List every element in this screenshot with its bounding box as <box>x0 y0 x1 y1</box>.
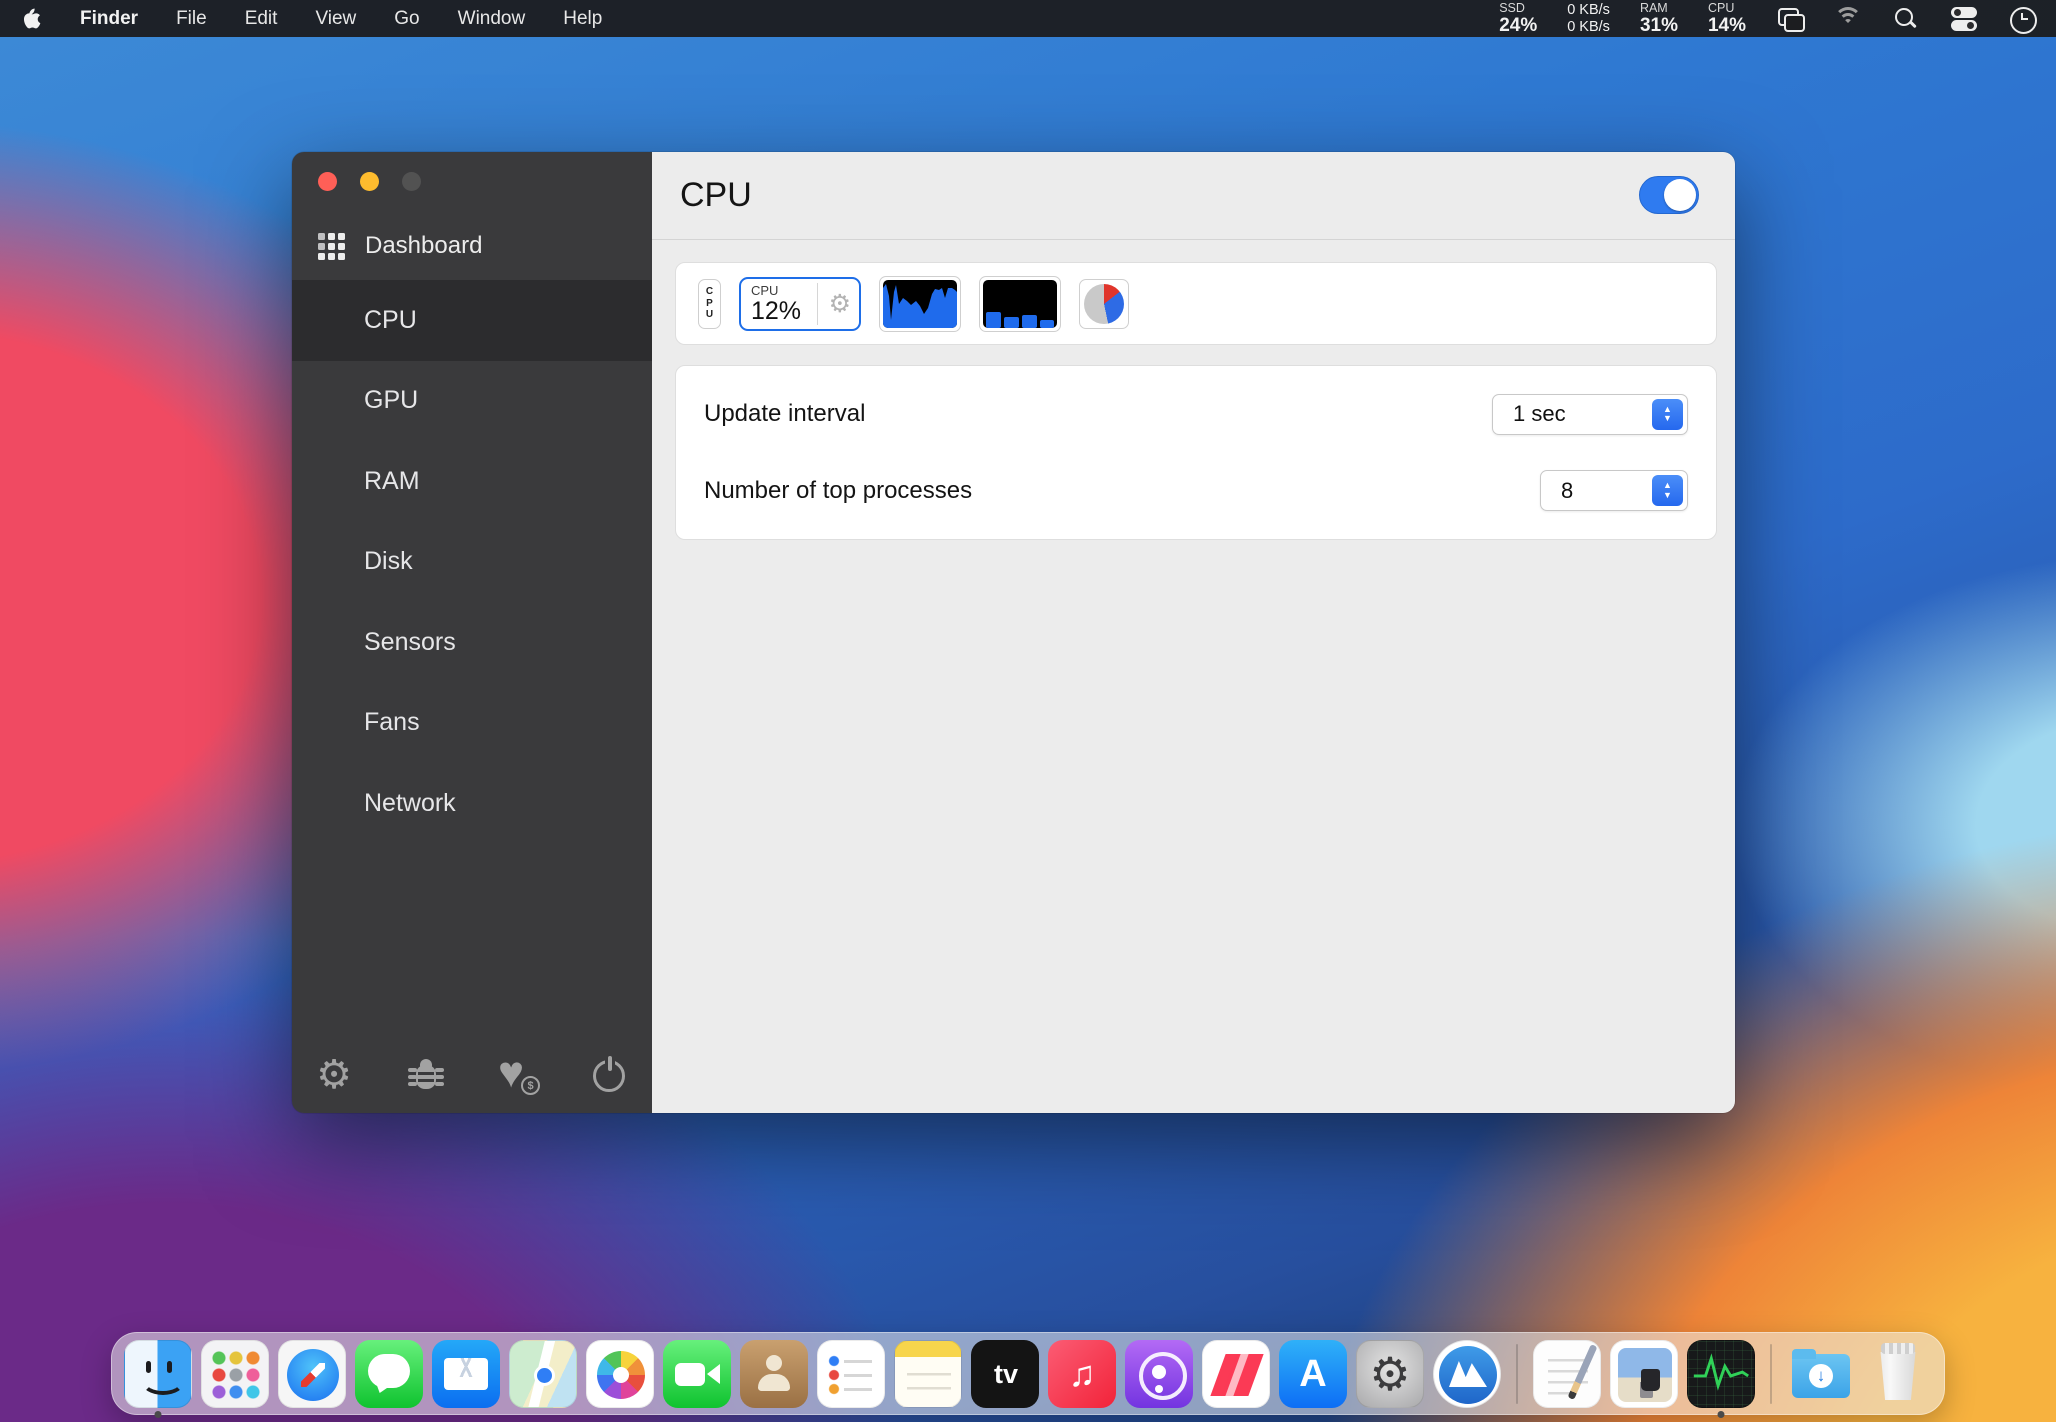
dock-reminders-icon[interactable] <box>817 1340 885 1408</box>
sidebar-item-fans[interactable]: Fans <box>292 683 652 764</box>
dock-system-preferences-icon[interactable]: ⚙ <box>1356 1340 1424 1408</box>
dock-news-icon[interactable] <box>1202 1340 1270 1408</box>
sidebar-item-dashboard[interactable]: Dashboard <box>292 218 652 274</box>
dock-safari-icon[interactable] <box>278 1340 346 1408</box>
widget-pie-chart[interactable] <box>1079 279 1129 329</box>
statusbar-cpu-widget[interactable]: CPU 14% <box>1708 2 1746 36</box>
sidebar-item-gpu[interactable]: GPU <box>292 361 652 442</box>
statusbar-ram-widget[interactable]: RAM 31% <box>1640 2 1678 36</box>
sidebar-nav: CPU GPU RAM Disk Sensors Fans Network <box>292 280 652 844</box>
quit-power-icon[interactable] <box>590 1055 630 1095</box>
update-interval-label: Update interval <box>704 400 865 428</box>
spotlight-search-icon[interactable] <box>1892 6 1920 32</box>
widget-percentage-selected[interactable]: CPU 12% ⚙ <box>739 277 861 331</box>
line-chart-icon <box>883 280 957 328</box>
widget-picker-card: C P U CPU 12% ⚙ <box>675 262 1717 345</box>
dock-maps-icon[interactable] <box>509 1340 577 1408</box>
widget-line-chart[interactable] <box>879 276 961 332</box>
dashboard-grid-icon <box>318 233 345 260</box>
settings-main-pane: CPU C P U CPU 12% ⚙ <box>652 152 1735 1113</box>
top-processes-label: Number of top processes <box>704 477 972 505</box>
dock-divider <box>1770 1344 1772 1404</box>
sidebar-item-network[interactable]: Network <box>292 763 652 844</box>
menu-view[interactable]: View <box>315 8 356 30</box>
dock-textedit-icon[interactable] <box>1533 1340 1601 1408</box>
zoom-button[interactable] <box>402 172 421 191</box>
dock-trash-icon[interactable] <box>1864 1340 1932 1408</box>
dock-app-store-icon[interactable]: A <box>1279 1340 1347 1408</box>
module-enable-toggle[interactable] <box>1639 176 1699 214</box>
statusbar-network-widget[interactable]: 0 KB/s 0 KB/s <box>1567 2 1610 35</box>
dock-mail-icon[interactable] <box>432 1340 500 1408</box>
donate-heart-icon[interactable]: ♥$ <box>498 1055 538 1095</box>
screen-mirroring-icon[interactable] <box>1776 6 1804 32</box>
menu-help[interactable]: Help <box>563 8 602 30</box>
close-button[interactable] <box>318 172 337 191</box>
update-interval-row: Update interval 1 sec ▲▼ <box>704 394 1688 435</box>
dock-photos-icon[interactable] <box>586 1340 654 1408</box>
bar-chart-icon <box>983 280 1057 328</box>
window-controls <box>318 172 421 191</box>
settings-gear-icon[interactable]: ⚙ <box>314 1055 354 1095</box>
running-indicator <box>1718 1411 1725 1418</box>
dock-music-icon[interactable]: ♫ <box>1048 1340 1116 1408</box>
heartbeat-icon <box>1688 1341 1754 1407</box>
sidebar-item-sensors[interactable]: Sensors <box>292 602 652 683</box>
dock: tv ♫ A ⚙ ↓ <box>111 1332 1945 1415</box>
sidebar-item-disk[interactable]: Disk <box>292 522 652 603</box>
sidebar-item-cpu[interactable]: CPU <box>292 280 652 361</box>
menu-edit[interactable]: Edit <box>245 8 278 30</box>
sidebar: Dashboard CPU GPU RAM Disk Sensors Fans … <box>292 152 652 1113</box>
widget-bar-chart[interactable] <box>979 276 1061 332</box>
dock-finder-icon[interactable] <box>124 1340 192 1408</box>
dock-activity-monitor-icon[interactable] <box>1687 1340 1755 1408</box>
sidebar-footer: ⚙ ♥$ <box>314 1055 630 1095</box>
dock-mountain-app-icon[interactable] <box>1433 1340 1501 1408</box>
dock-downloads-folder-icon[interactable]: ↓ <box>1787 1340 1855 1408</box>
wifi-icon[interactable] <box>1834 6 1862 32</box>
running-indicator <box>155 1411 162 1418</box>
clock-icon[interactable] <box>2008 6 2036 32</box>
menu-go[interactable]: Go <box>394 8 419 30</box>
dock-launchpad-icon[interactable] <box>201 1340 269 1408</box>
menu-file[interactable]: File <box>176 8 207 30</box>
top-processes-row: Number of top processes 8 ▲▼ <box>704 470 1688 511</box>
dock-podcasts-icon[interactable] <box>1125 1340 1193 1408</box>
dock-inkwell-app-icon[interactable] <box>1610 1340 1678 1408</box>
menu-window[interactable]: Window <box>458 8 526 30</box>
stepper-icon[interactable]: ▲▼ <box>1652 475 1683 506</box>
dock-notes-icon[interactable] <box>894 1340 962 1408</box>
menu-app-name[interactable]: Finder <box>80 8 138 30</box>
report-bug-icon[interactable] <box>406 1055 446 1095</box>
module-header: CPU <box>652 152 1735 240</box>
dock-divider <box>1516 1344 1518 1404</box>
statusbar-ssd-widget[interactable]: SSD 24% <box>1499 2 1537 36</box>
menu-bar: Finder File Edit View Go Window Help SSD… <box>0 0 2056 37</box>
minimize-button[interactable] <box>360 172 379 191</box>
dock-messages-icon[interactable] <box>355 1340 423 1408</box>
pie-chart-icon <box>1084 284 1124 324</box>
update-interval-select[interactable]: 1 sec ▲▼ <box>1492 394 1688 435</box>
module-settings-card: Update interval 1 sec ▲▼ Number of top p… <box>675 365 1717 540</box>
dock-facetime-icon[interactable] <box>663 1340 731 1408</box>
widget-settings-gear-icon[interactable]: ⚙ <box>829 289 851 319</box>
page-title: CPU <box>680 176 752 215</box>
dock-contacts-icon[interactable] <box>740 1340 808 1408</box>
stats-settings-window: Dashboard CPU GPU RAM Disk Sensors Fans … <box>292 152 1735 1113</box>
apple-menu-icon[interactable] <box>24 8 42 29</box>
dashboard-label: Dashboard <box>365 232 482 260</box>
sidebar-item-ram[interactable]: RAM <box>292 441 652 522</box>
dock-apple-tv-icon[interactable]: tv <box>971 1340 1039 1408</box>
widget-mini-label[interactable]: C P U <box>698 279 721 329</box>
top-processes-select[interactable]: 8 ▲▼ <box>1540 470 1688 511</box>
control-center-icon[interactable] <box>1950 6 1978 32</box>
stepper-icon[interactable]: ▲▼ <box>1652 399 1683 430</box>
